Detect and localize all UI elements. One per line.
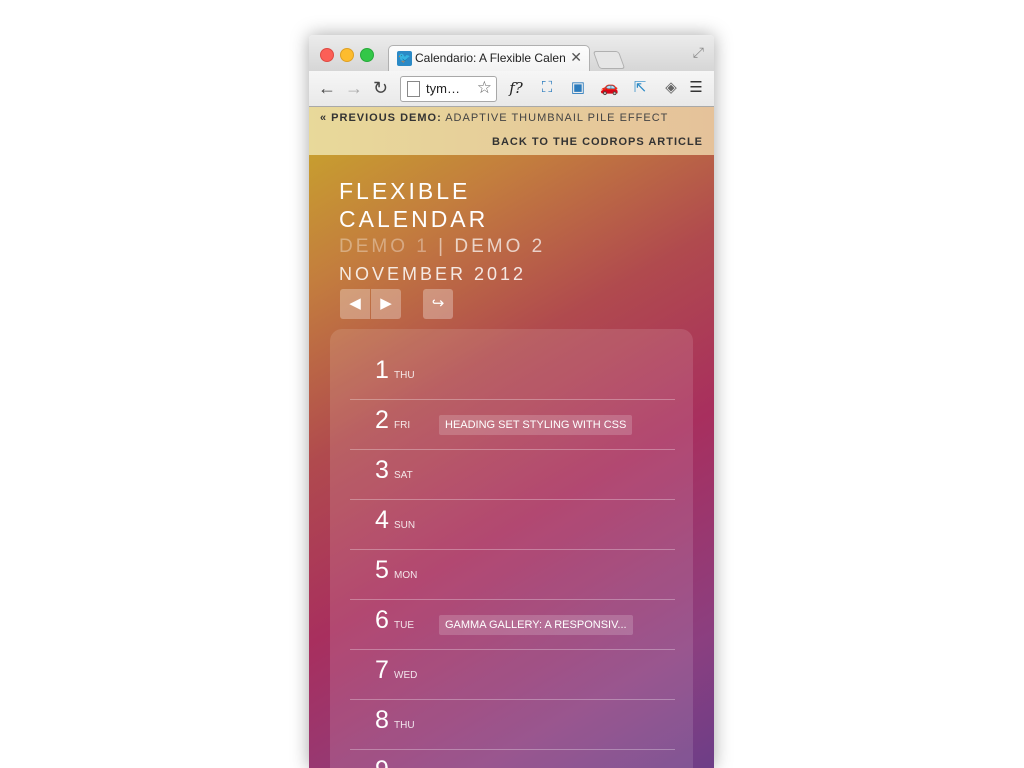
url-text: tym… <box>426 81 460 96</box>
day-row[interactable]: 9 <box>350 749 675 768</box>
day-row[interactable]: 1 THU <box>350 349 675 400</box>
close-window-button[interactable] <box>320 48 334 62</box>
day-row[interactable]: 4 SUN <box>350 499 675 550</box>
fullscreen-icon[interactable]: ⤢ <box>693 44 704 61</box>
day-number: 5 <box>375 556 389 584</box>
page-title-line2: CALENDAR <box>339 206 489 232</box>
prev-month-button[interactable]: ◀ <box>340 289 370 319</box>
pocket-icon[interactable]: ◈ <box>662 79 680 97</box>
bookmark-star-icon[interactable]: ☆ <box>477 78 492 98</box>
font-ext-icon[interactable]: f? <box>507 79 525 97</box>
previous-demo-label: « PREVIOUS DEMO: <box>320 112 442 124</box>
event-tag[interactable]: HEADING SET STYLING WITH CSS <box>439 415 633 435</box>
demo2-link[interactable]: DEMO 2 <box>454 236 545 257</box>
address-bar[interactable]: tym… ☆ <box>400 76 497 102</box>
day-number: 7 <box>375 656 389 684</box>
day-number: 3 <box>375 456 389 484</box>
day-name: FRI <box>394 420 411 431</box>
new-tab-button[interactable] <box>592 51 626 69</box>
day-row[interactable]: 2 FRI HEADING SET STYLING WITH CSS <box>350 399 675 450</box>
demo-separator: | <box>438 236 447 257</box>
day-name: THU <box>394 370 415 381</box>
day-name: MON <box>394 570 418 581</box>
day-name: THU <box>394 720 415 731</box>
image-ext-icon[interactable]: ▣ <box>569 79 587 97</box>
calendar: 1 THU 2 FRI HEADING SET STYLING WITH CSS… <box>330 329 693 768</box>
title-bar: 🐦 Calendario: A Flexible Calendar ✕ ⤢ <box>309 35 714 72</box>
demo1-link[interactable]: DEMO 1 <box>339 236 430 257</box>
share-arrow-icon: ↪ <box>431 295 445 312</box>
maximize-window-button[interactable] <box>360 48 374 62</box>
previous-demo-link[interactable]: ADAPTIVE THUMBNAIL PILE EFFECT <box>445 112 668 124</box>
day-number: 2 <box>375 406 389 434</box>
day-name: WED <box>394 670 418 681</box>
share-link-icon[interactable]: ⇱ <box>631 79 649 97</box>
triangle-left-icon: ◀ <box>349 295 361 312</box>
back-to-article-link[interactable]: BACK TO THE CODROPS ARTICLE <box>492 136 703 148</box>
car-ext-icon[interactable]: 🚗 <box>600 79 619 97</box>
day-row[interactable]: 8 THU <box>350 699 675 750</box>
reload-icon[interactable]: ↻ <box>373 78 388 98</box>
browser-toolbar: ← → ↻ tym… ☆ f? ⛶ ▣ 🚗 ⇱ ◈ ☰ <box>309 71 714 107</box>
page-title-line1: FLEXIBLE <box>339 178 471 204</box>
previous-demo[interactable]: « PREVIOUS DEMO: ADAPTIVE THUMBNAIL PILE… <box>320 112 668 124</box>
demo-bar: « PREVIOUS DEMO: ADAPTIVE THUMBNAIL PILE… <box>309 107 714 155</box>
codrops-favicon-icon: 🐦 <box>397 51 412 66</box>
day-row[interactable]: 5 MON <box>350 549 675 600</box>
day-row[interactable]: 7 WED <box>350 649 675 700</box>
day-number: 6 <box>375 606 389 634</box>
day-number: 1 <box>375 356 389 384</box>
day-row[interactable]: 3 SAT <box>350 449 675 500</box>
minimize-window-button[interactable] <box>340 48 354 62</box>
menu-icon[interactable]: ☰ <box>687 79 705 97</box>
current-month-button[interactable]: ↪ <box>423 289 453 319</box>
day-number: 4 <box>375 506 389 534</box>
demo-switcher: DEMO 1 | DEMO 2 <box>339 236 545 258</box>
forward-arrow-icon[interactable]: → <box>345 78 363 98</box>
browser-window: 🐦 Calendario: A Flexible Calendar ✕ ⤢ ← … <box>309 35 714 768</box>
day-row[interactable]: 6 TUE GAMMA GALLERY: A RESPONSIV... <box>350 599 675 650</box>
triangle-right-icon: ▶ <box>380 295 392 312</box>
browser-tab[interactable]: 🐦 Calendario: A Flexible Calendar ✕ <box>388 45 590 72</box>
day-name: SAT <box>394 470 413 481</box>
back-arrow-icon[interactable]: ← <box>318 78 336 98</box>
day-name: SUN <box>394 520 416 531</box>
day-name: TUE <box>394 620 414 631</box>
page-icon <box>407 81 420 97</box>
page-title: FLEXIBLE CALENDAR <box>339 177 488 233</box>
tab-close-icon[interactable]: ✕ <box>570 49 582 66</box>
page-content: « PREVIOUS DEMO: ADAPTIVE THUMBNAIL PILE… <box>309 107 714 768</box>
next-month-button[interactable]: ▶ <box>371 289 401 319</box>
tab-title: Calendario: A Flexible Calendar <box>415 51 565 65</box>
day-number: 9 <box>375 756 389 768</box>
day-number: 8 <box>375 706 389 734</box>
event-tag[interactable]: GAMMA GALLERY: A RESPONSIV... <box>439 615 633 635</box>
current-month: NOVEMBER 2012 <box>339 264 527 284</box>
fit-screen-icon[interactable]: ⛶ <box>538 79 556 97</box>
